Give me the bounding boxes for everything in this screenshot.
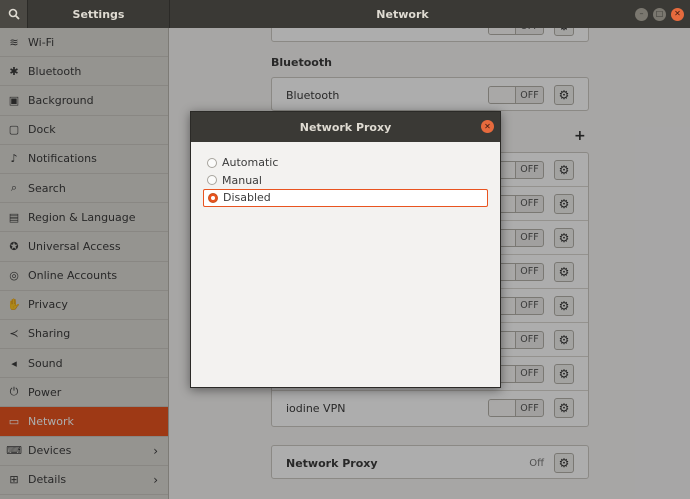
dialog-title: Network Proxy (299, 120, 392, 134)
radio-label: Manual (222, 173, 262, 187)
network-proxy-dialog: Network Proxy ✕ Automatic Manual Disable… (190, 111, 501, 388)
window-controls: – □ ✕ (635, 7, 690, 21)
search-icon (8, 8, 20, 20)
radio-icon (207, 157, 217, 168)
maximize-icon: □ (655, 9, 664, 18)
radio-selected-icon (208, 192, 218, 203)
close-icon: ✕ (484, 122, 491, 131)
radio-automatic[interactable]: Automatic (203, 154, 488, 172)
radio-disabled[interactable]: Disabled (203, 189, 488, 207)
radio-label: Disabled (223, 191, 271, 205)
page-title: Network (376, 7, 429, 21)
search-button[interactable] (0, 0, 28, 28)
dialog-close-button[interactable]: ✕ (481, 120, 494, 133)
radio-manual[interactable]: Manual (203, 172, 488, 190)
minimize-button[interactable]: – (635, 7, 648, 21)
radio-icon (207, 175, 217, 186)
radio-label: Automatic (222, 156, 279, 170)
close-icon: ✕ (674, 9, 681, 18)
dialog-body: Automatic Manual Disabled (191, 142, 500, 219)
maximize-button[interactable]: □ (653, 7, 666, 21)
header-bar: Settings Network – □ ✕ (0, 0, 690, 28)
minimize-icon: – (639, 9, 644, 18)
close-button[interactable]: ✕ (671, 7, 684, 21)
settings-title: Settings (72, 7, 125, 21)
dialog-header: Network Proxy ✕ (191, 112, 500, 142)
